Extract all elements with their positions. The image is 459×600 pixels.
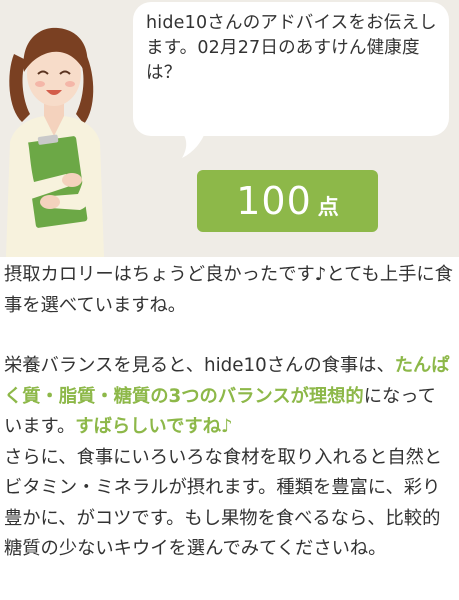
advice-text: 摂取カロリーはちょうど良かったです♪とても上手に食事を選べていますね。 栄養バラ…	[4, 260, 454, 565]
bubble-message: hide10さんのアドバイスをお伝えします。02月27日のあすけん健康度は？	[146, 13, 437, 83]
score-unit: 点	[317, 195, 339, 219]
speech-bubble-tail	[180, 130, 206, 158]
advice-praise-highlight: すばらしいですね♪	[75, 416, 233, 437]
advice-calorie-paragraph: 摂取カロリーはちょうど良かったです♪とても上手に食事を選べていますね。	[4, 264, 453, 316]
score-value: 100	[236, 179, 312, 223]
score-badge: 100 点	[197, 170, 378, 232]
advisor-avatar-icon	[6, 27, 104, 257]
advice-variety-paragraph: さらに、食事にいろいろな食材を取り入れると自然とビタミン・ミネラルが摂れます。種…	[4, 446, 443, 560]
advice-balance-paragraph: 栄養バランスを見ると、hide10さんの食事は、たんぱく質・脂質・糖質の3つのバ…	[4, 351, 454, 443]
advice-balance-lead: 栄養バランスを見ると、hide10さんの食事は、	[4, 355, 395, 376]
advisor-panel: hide10さんのアドバイスをお伝えします。02月27日のあすけん健康度は？ 1…	[0, 0, 459, 257]
speech-bubble: hide10さんのアドバイスをお伝えします。02月27日のあすけん健康度は？	[133, 2, 449, 136]
